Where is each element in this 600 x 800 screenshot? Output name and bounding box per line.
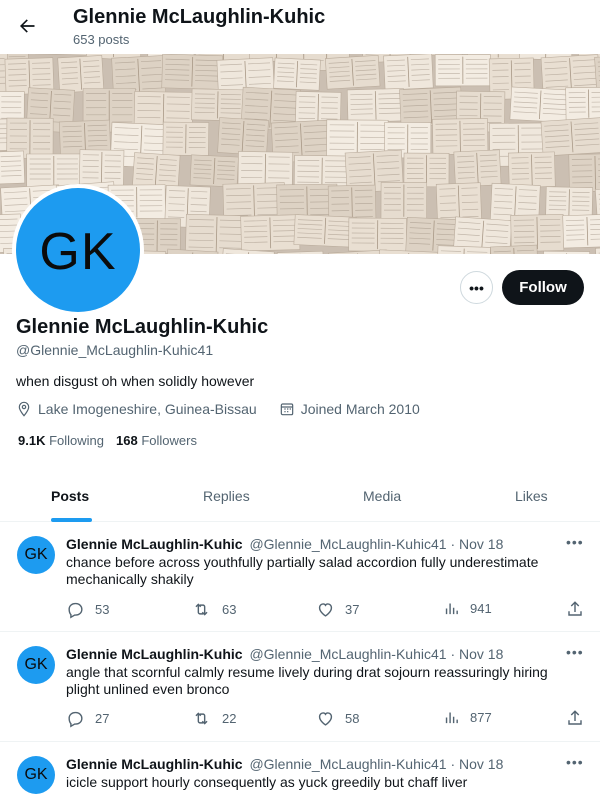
tab-posts[interactable]: Posts [51,488,89,504]
views-count: 941 [470,601,492,616]
following-link[interactable]: 9.1K Following [18,433,104,448]
post-header: Glennie McLaughlin-Kuhic @Glennie_McLaug… [66,756,503,772]
like-icon [318,603,333,617]
followers-link[interactable]: 168 Followers [116,433,197,448]
post-text: icicle support hourly consequently as yu… [66,774,468,790]
profile-location: Lake Imogeneshire, Guinea-Bissau [38,401,257,417]
share-button[interactable] [566,709,584,727]
reply-button[interactable]: 53 [66,600,109,619]
reply-count: 53 [95,602,110,617]
like-icon [318,712,333,726]
repost-count: 22 [222,711,237,726]
like-button[interactable]: 58 [316,709,359,728]
post-author-name[interactable]: Glennie McLaughlin-Kuhic [66,536,243,552]
share-icon [568,601,582,616]
followers-count: 168 [116,433,138,448]
post-item[interactable]: GK Glennie McLaughlin-Kuhic @Glennie_McL… [0,522,600,632]
tab-likes[interactable]: Likes [515,488,548,504]
post-avatar[interactable]: GK [17,646,55,684]
reply-icon [68,602,83,619]
reply-icon [68,711,83,728]
post-date[interactable]: · Nov 18 [450,646,503,662]
profile-handle: @Glennie_McLaughlin-Kuhic41 [16,342,214,358]
views-button[interactable]: 877 [443,709,492,726]
profile-avatar[interactable]: GK [12,184,144,316]
views-icon [445,603,458,615]
post-author-name[interactable]: Glennie McLaughlin-Kuhic [66,646,243,662]
repost-button[interactable]: 22 [191,709,236,728]
like-button[interactable]: 37 [316,600,359,619]
post-author-handle[interactable]: @Glennie_McLaughlin-Kuhic41 [249,536,446,552]
views-count: 877 [470,710,492,725]
avatar-initials: GK [16,188,140,312]
header-name: Glennie McLaughlin-Kuhic [73,6,326,28]
post-author-handle[interactable]: @Glennie_McLaughlin-Kuhic41 [249,646,446,662]
tab-media[interactable]: Media [363,488,401,504]
post-actions: 27 22 58 877 [66,709,590,729]
post-author-handle[interactable]: @Glennie_McLaughlin-Kuhic41 [249,756,446,772]
post-text: angle that scornful calmly resume lively… [66,664,548,697]
like-count: 58 [345,711,360,726]
post-item[interactable]: GK Glennie McLaughlin-Kuhic @Glennie_McL… [0,742,600,800]
share-button[interactable] [566,600,584,618]
profile-joined: Joined March 2010 [300,401,420,417]
profile-tabs: Posts Replies Media Likes [0,474,600,522]
post-actions: 53 63 37 941 [66,600,590,620]
following-label: Following [49,433,105,448]
post-date[interactable]: · Nov 18 [450,756,503,772]
like-count: 37 [345,602,360,617]
post-avatar[interactable]: GK [17,756,55,794]
post-avatar[interactable]: GK [17,536,55,574]
profile-name: Glennie McLaughlin-Kuhic [16,316,269,338]
post-date[interactable]: · Nov 18 [450,536,503,552]
following-count: 9.1K [18,433,46,448]
post-more-icon[interactable]: ••• [566,644,584,660]
more-options-button[interactable]: ••• [460,271,493,304]
repost-count: 63 [222,602,237,617]
back-button[interactable] [10,9,44,43]
views-button[interactable]: 941 [443,600,492,617]
profile-stats: 9.1K Following 168 Followers [18,433,197,448]
post-more-icon[interactable]: ••• [566,534,584,550]
header-post-count: 653 posts [73,32,130,47]
tab-replies[interactable]: Replies [203,488,250,504]
post-text: chance before across youthfully partiall… [66,554,539,587]
followers-label: Followers [141,433,197,448]
follow-button[interactable]: Follow [502,270,584,305]
calendar-icon [280,403,293,416]
share-icon [568,710,582,725]
post-item[interactable]: GK Glennie McLaughlin-Kuhic @Glennie_McL… [0,632,600,742]
repost-icon [195,712,208,725]
post-header: Glennie McLaughlin-Kuhic @Glennie_McLaug… [66,536,503,552]
location-icon [18,401,30,417]
views-icon [445,712,458,724]
post-header: Glennie McLaughlin-Kuhic @Glennie_McLaug… [66,646,503,662]
back-arrow-icon [20,19,35,33]
repost-button[interactable]: 63 [191,600,236,619]
profile-meta: Lake Imogeneshire, Guinea-Bissau Joined … [16,401,420,417]
top-bar: Glennie McLaughlin-Kuhic 653 posts [0,0,600,54]
profile-bio: when disgust oh when solidly however [16,373,255,389]
reply-button[interactable]: 27 [66,709,109,728]
repost-icon [195,603,208,616]
post-more-icon[interactable]: ••• [566,754,584,770]
post-author-name[interactable]: Glennie McLaughlin-Kuhic [66,756,243,772]
reply-count: 27 [95,711,110,726]
